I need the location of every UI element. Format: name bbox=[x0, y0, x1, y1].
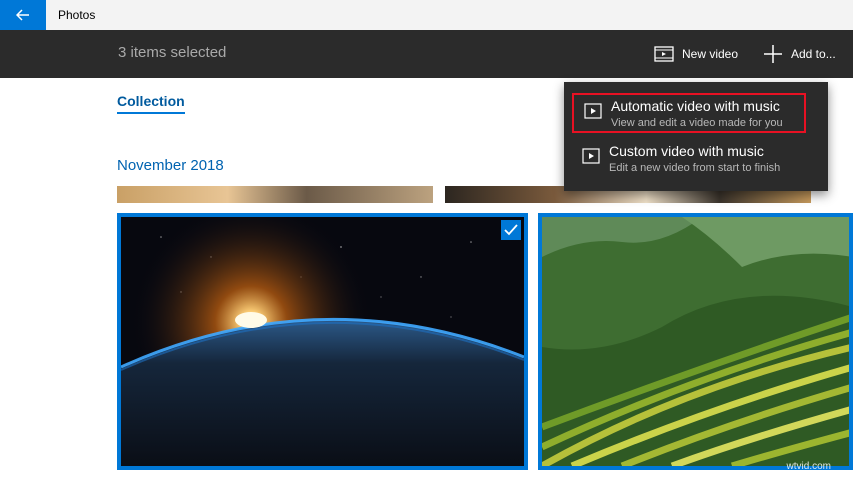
selection-count: 3 items selected bbox=[118, 44, 227, 61]
rice-terraces-image bbox=[542, 217, 849, 466]
title-bar: Photos bbox=[0, 0, 853, 30]
photo-tile-earth[interactable] bbox=[117, 213, 528, 470]
watermark: wtvid.com bbox=[786, 461, 831, 472]
tab-collection[interactable]: Collection bbox=[117, 93, 185, 114]
new-video-label: New video bbox=[682, 47, 739, 61]
new-video-button[interactable]: New video bbox=[654, 42, 738, 66]
menu-item-automatic-video[interactable]: Automatic video with music View and edit… bbox=[572, 93, 806, 133]
add-to-button[interactable]: Add to... bbox=[763, 42, 836, 66]
photo-thumbnail[interactable] bbox=[117, 186, 433, 203]
plus-icon bbox=[764, 45, 782, 63]
command-bar: 3 items selected New video Add to... bbox=[0, 30, 853, 78]
menu-item-title: Custom video with music bbox=[609, 143, 764, 159]
add-to-label: Add to... bbox=[791, 47, 836, 61]
group-heading: November 2018 bbox=[117, 157, 224, 174]
back-arrow-icon bbox=[16, 9, 29, 21]
checkmark-icon bbox=[504, 224, 518, 236]
app-title: Photos bbox=[58, 8, 96, 22]
earth-sunrise-image bbox=[121, 217, 524, 466]
menu-item-subtitle: View and edit a video made for you bbox=[611, 117, 783, 129]
video-icon bbox=[582, 148, 600, 164]
video-icon bbox=[654, 46, 674, 62]
selected-checkbox[interactable] bbox=[501, 220, 521, 240]
create-video-menu: Automatic video with music View and edit… bbox=[564, 82, 828, 191]
menu-item-title: Automatic video with music bbox=[611, 98, 780, 114]
photo-tile-rice-terraces[interactable] bbox=[538, 213, 853, 470]
menu-item-subtitle: Edit a new video from start to finish bbox=[609, 162, 781, 174]
back-button[interactable] bbox=[0, 0, 46, 30]
video-icon bbox=[584, 103, 602, 119]
menu-item-custom-video[interactable]: Custom video with music Edit a new video… bbox=[572, 140, 806, 180]
